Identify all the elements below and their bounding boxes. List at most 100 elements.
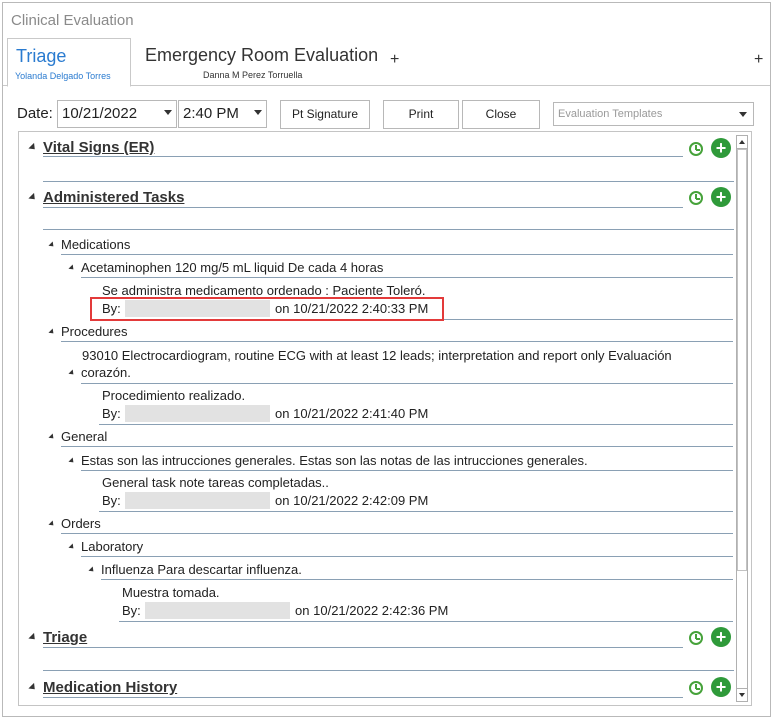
general-label: General <box>61 429 108 444</box>
ecg-by-line: By: on 10/21/2022 2:41:40 PM <box>102 405 428 422</box>
collapse-toggle-icon[interactable] <box>68 369 76 377</box>
procedures-label: Procedures <box>61 324 128 339</box>
add-circle-icon[interactable]: + <box>711 187 731 207</box>
divider <box>61 254 733 255</box>
chevron-down-icon <box>739 112 747 117</box>
alarm-clock-icon[interactable] <box>689 191 703 205</box>
tree-node-general[interactable]: General <box>48 429 108 444</box>
tab-triage-title: Triage <box>16 46 67 66</box>
section-vital-signs-title[interactable]: Vital Signs (ER) <box>43 139 154 156</box>
general-item-label: Estas son las intrucciones generales. Es… <box>81 453 588 468</box>
vertical-scrollbar[interactable] <box>734 132 751 705</box>
collapse-toggle-icon[interactable] <box>28 632 38 643</box>
date-picker[interactable]: 10/21/2022 <box>57 100 177 128</box>
tab-triage[interactable]: Triage Yolanda Delgado Torres <box>7 38 131 87</box>
redacted-name <box>125 405 271 422</box>
add-circle-icon[interactable]: + <box>711 677 731 697</box>
tree-node-procedures[interactable]: Procedures <box>48 324 128 339</box>
alarm-clock-icon[interactable] <box>689 631 703 645</box>
divider <box>43 156 683 157</box>
tab-strip: Triage Yolanda Delgado Torres Emergency … <box>3 38 770 87</box>
evaluation-templates-select[interactable]: Evaluation Templates <box>553 102 754 126</box>
date-value: 10/21/2022 <box>62 105 138 122</box>
tree-node-ecg-cont[interactable]: corazón. <box>68 365 131 380</box>
general-by-line: By: on 10/21/2022 2:42:09 PM <box>102 492 428 509</box>
by-label: By: <box>102 493 121 508</box>
tab-er-title: Emergency Room Evaluation <box>145 45 379 65</box>
tab-emergency-room-evaluation[interactable]: Emergency Room Evaluation Danna M Perez … <box>139 38 379 86</box>
collapse-toggle-icon[interactable] <box>88 566 96 574</box>
influenza-note: Muestra tomada. <box>122 585 220 600</box>
add-tab-button-right[interactable]: + <box>754 51 763 69</box>
divider <box>61 341 733 342</box>
tree-node-general-item[interactable]: Estas son las intrucciones generales. Es… <box>68 453 588 468</box>
by-label: By: <box>102 406 121 421</box>
alarm-clock-icon[interactable] <box>689 142 703 156</box>
collapse-toggle-icon[interactable] <box>48 328 56 336</box>
add-circle-icon[interactable]: + <box>711 138 731 158</box>
influenza-by-line: By: on 10/21/2022 2:42:36 PM <box>122 602 448 619</box>
acetaminophen-label: Acetaminophen 120 mg/5 mL liquid De cada… <box>81 260 384 275</box>
evaluation-templates-placeholder: Evaluation Templates <box>558 108 663 120</box>
redacted-name <box>145 602 291 619</box>
time-picker[interactable]: 2:40 PM <box>178 100 267 128</box>
tree-node-acetaminophen[interactable]: Acetaminophen 120 mg/5 mL liquid De cada… <box>68 260 384 275</box>
ecg-timestamp: on 10/21/2022 2:41:40 PM <box>275 406 429 421</box>
tree-node-orders[interactable]: Orders <box>48 516 101 531</box>
section-administered-tasks-title[interactable]: Administered Tasks <box>43 189 184 206</box>
divider <box>119 621 733 622</box>
redacted-name <box>125 492 271 509</box>
divider <box>43 670 735 671</box>
scroll-up-arrow-icon[interactable] <box>736 135 748 149</box>
section-triage-title[interactable]: Triage <box>43 629 87 646</box>
by-label: By: <box>122 603 141 618</box>
divider <box>43 647 683 648</box>
collapse-toggle-icon[interactable] <box>48 241 56 249</box>
scroll-thumb[interactable] <box>737 149 747 571</box>
collapse-toggle-icon[interactable] <box>28 192 38 203</box>
tree-node-laboratory[interactable]: Laboratory <box>68 539 143 554</box>
tree-node-medications[interactable]: Medications <box>48 237 131 252</box>
divider <box>81 277 733 278</box>
time-value: 2:40 PM <box>183 105 239 122</box>
collapse-toggle-icon[interactable] <box>28 682 38 693</box>
ecg-line-1: 93010 Electrocardiogram, routine ECG wit… <box>82 348 672 363</box>
alarm-clock-icon[interactable] <box>689 681 703 695</box>
add-tab-button[interactable]: + <box>390 51 399 69</box>
collapse-toggle-icon[interactable] <box>68 457 76 465</box>
divider <box>43 207 683 208</box>
collapse-toggle-icon[interactable] <box>28 142 38 153</box>
general-note: General task note tareas completadas.. <box>102 475 329 490</box>
highlight-box <box>90 297 444 321</box>
collapse-toggle-icon[interactable] <box>48 520 56 528</box>
divider <box>61 533 733 534</box>
divider <box>99 511 733 512</box>
section-medication-history-title[interactable]: Medication History <box>43 679 177 696</box>
orders-label: Orders <box>61 516 101 531</box>
pt-signature-button[interactable]: Pt Signature <box>280 100 370 129</box>
divider <box>61 446 733 447</box>
tree-node-influenza[interactable]: Influenza Para descartar influenza. <box>88 562 302 577</box>
window-title: Clinical Evaluation <box>11 12 134 29</box>
add-circle-icon[interactable]: + <box>711 627 731 647</box>
chevron-down-icon <box>164 110 172 115</box>
collapse-toggle-icon[interactable] <box>68 264 76 272</box>
acetaminophen-note: Se administra medicamento ordenado : Pac… <box>102 283 426 298</box>
tab-triage-subtitle: Yolanda Delgado Torres <box>15 71 111 81</box>
divider <box>81 383 733 384</box>
tree-node-ecg[interactable]: 93010 Electrocardiogram, routine ECG wit… <box>69 348 672 363</box>
medications-label: Medications <box>61 237 131 252</box>
evaluation-panel[interactable]: Vital Signs (ER) + Administered Tasks + … <box>18 131 752 706</box>
divider <box>43 181 735 182</box>
collapse-toggle-icon[interactable] <box>48 433 56 441</box>
ecg-line-2: corazón. <box>81 365 131 380</box>
ecg-note: Procedimiento realizado. <box>102 388 246 403</box>
print-button[interactable]: Print <box>383 100 459 129</box>
collapse-toggle-icon[interactable] <box>68 543 76 551</box>
scroll-down-arrow-icon[interactable] <box>736 688 748 702</box>
close-button[interactable]: Close <box>462 100 540 129</box>
divider <box>43 229 735 230</box>
tab-er-subtitle: Danna M Perez Torruella <box>203 70 303 80</box>
section-vital-signs[interactable]: Vital Signs (ER) <box>27 137 707 161</box>
influenza-timestamp: on 10/21/2022 2:42:36 PM <box>295 603 449 618</box>
